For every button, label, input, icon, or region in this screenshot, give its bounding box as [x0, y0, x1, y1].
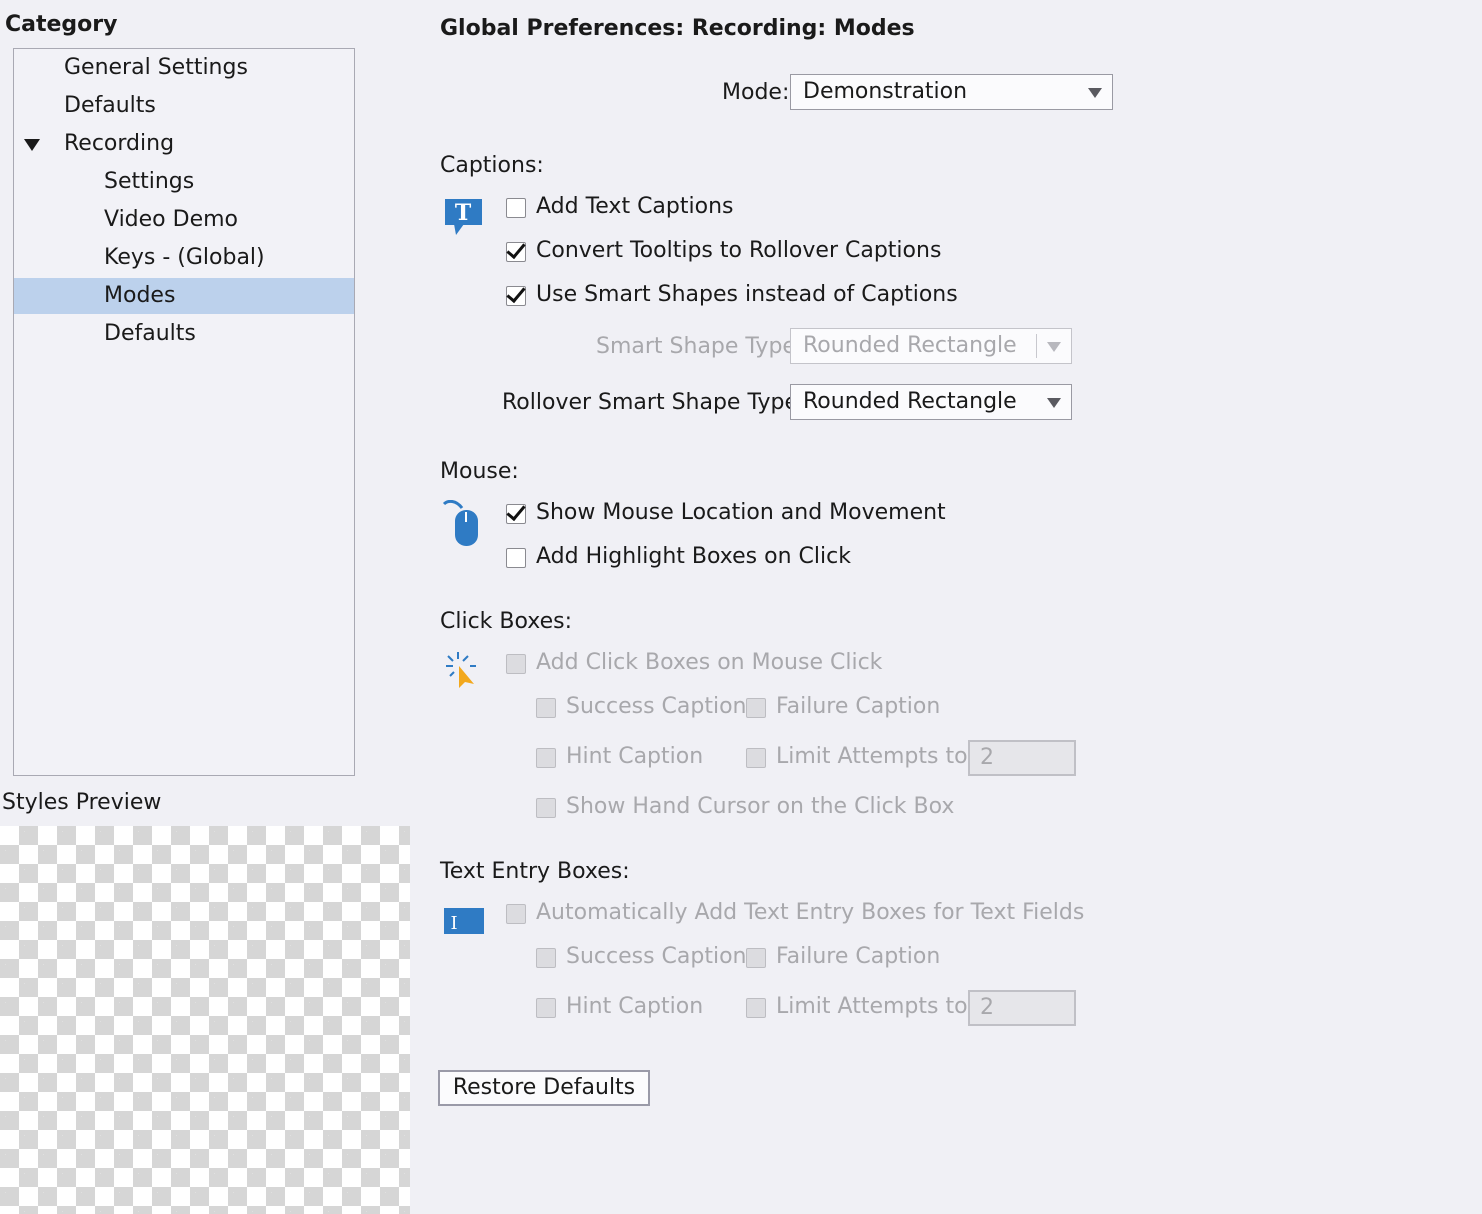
svg-text:I: I — [450, 913, 457, 934]
smart-shape-type-value: Rounded Rectangle — [803, 333, 1017, 358]
chevron-down-icon — [1047, 342, 1061, 352]
click-failure-caption-checkbox[interactable] — [746, 698, 766, 718]
rollover-smart-shape-type-label: Rollover Smart Shape Type — [502, 390, 798, 415]
convert-tooltips-checkbox[interactable] — [506, 242, 526, 262]
teb-hint-caption-label: Hint Caption — [566, 994, 704, 1019]
smart-shape-type-label: Smart Shape Type — [596, 334, 796, 359]
tree-item-label: Defaults — [104, 321, 196, 346]
tree-item-label: Video Demo — [104, 207, 238, 232]
highlight-boxes-checkbox[interactable] — [506, 548, 526, 568]
click-success-caption-label: Success Caption — [566, 694, 747, 719]
page-title: Global Preferences: Recording: Modes — [440, 16, 915, 41]
teb-success-caption-checkbox[interactable] — [536, 948, 556, 968]
teb-limit-attempts-input[interactable]: 2 — [968, 990, 1076, 1026]
auto-text-entry-checkbox[interactable] — [506, 904, 526, 924]
mouse-heading: Mouse: — [440, 459, 519, 484]
styles-preview-heading: Styles Preview — [2, 790, 162, 815]
click-failure-caption-label: Failure Caption — [776, 694, 941, 719]
select-divider — [1036, 334, 1037, 358]
use-smart-shapes-label: Use Smart Shapes instead of Captions — [536, 282, 958, 307]
tree-item-label: General Settings — [64, 55, 248, 80]
teb-failure-caption-label: Failure Caption — [776, 944, 941, 969]
smart-shape-type-select[interactable]: Rounded Rectangle — [790, 328, 1072, 364]
tree-item-keys-global[interactable]: Keys - (Global) — [14, 240, 354, 276]
svg-text:T: T — [455, 200, 472, 226]
styles-preview-canvas — [0, 826, 410, 1214]
add-click-boxes-label: Add Click Boxes on Mouse Click — [536, 650, 883, 675]
tree-item-label: Settings — [104, 169, 195, 194]
click-limit-attempts-label: Limit Attempts to — [776, 744, 968, 769]
tree-item-label: Modes — [104, 283, 176, 308]
tree-item-video-demo[interactable]: Video Demo — [14, 202, 354, 238]
tree-item-general-settings[interactable]: General Settings — [14, 50, 354, 86]
add-click-boxes-checkbox[interactable] — [506, 654, 526, 674]
click-limit-attempts-checkbox[interactable] — [746, 748, 766, 768]
teb-failure-caption-checkbox[interactable] — [746, 948, 766, 968]
click-limit-attempts-input[interactable]: 2 — [968, 740, 1076, 776]
text-entry-icon: I — [444, 908, 484, 934]
text-entry-boxes-heading: Text Entry Boxes: — [440, 859, 630, 884]
click-hint-caption-label: Hint Caption — [566, 744, 704, 769]
mouse-icon — [442, 500, 478, 546]
category-tree[interactable]: General Settings Defaults Recording Sett… — [13, 48, 355, 776]
convert-tooltips-label: Convert Tooltips to Rollover Captions — [536, 238, 942, 263]
tree-item-settings[interactable]: Settings — [14, 164, 354, 200]
hand-cursor-label: Show Hand Cursor on the Click Box — [566, 794, 955, 819]
captions-heading: Captions: — [440, 153, 544, 178]
text-caption-icon: T — [445, 199, 482, 235]
highlight-boxes-label: Add Highlight Boxes on Click — [536, 544, 851, 569]
chevron-down-icon — [1088, 88, 1102, 98]
teb-success-caption-label: Success Caption — [566, 944, 747, 969]
tree-item-modes[interactable]: Modes — [14, 278, 354, 314]
click-success-caption-checkbox[interactable] — [536, 698, 556, 718]
use-smart-shapes-checkbox[interactable] — [506, 286, 526, 306]
tree-item-label: Defaults — [64, 93, 156, 118]
show-mouse-label: Show Mouse Location and Movement — [536, 500, 946, 525]
show-mouse-checkbox[interactable] — [506, 504, 526, 524]
teb-limit-attempts-label: Limit Attempts to — [776, 994, 968, 1019]
tree-item-recording-defaults[interactable]: Defaults — [14, 316, 354, 352]
disclosure-triangle-icon[interactable] — [24, 139, 40, 151]
restore-defaults-button[interactable]: Restore Defaults — [438, 1070, 650, 1106]
click-hint-caption-checkbox[interactable] — [536, 748, 556, 768]
click-boxes-heading: Click Boxes: — [440, 609, 573, 634]
rollover-smart-shape-type-select[interactable]: Rounded Rectangle — [790, 384, 1072, 420]
auto-text-entry-label: Automatically Add Text Entry Boxes for T… — [536, 900, 1085, 925]
tree-item-recording[interactable]: Recording — [14, 126, 354, 162]
category-heading: Category — [5, 12, 118, 37]
mode-select[interactable]: Demonstration — [790, 74, 1113, 110]
click-box-icon — [446, 652, 476, 688]
add-text-captions-label: Add Text Captions — [536, 194, 734, 219]
mode-label: Mode: — [722, 80, 790, 105]
hand-cursor-checkbox[interactable] — [536, 798, 556, 818]
teb-limit-attempts-checkbox[interactable] — [746, 998, 766, 1018]
chevron-down-icon — [1047, 398, 1061, 408]
tree-item-defaults[interactable]: Defaults — [14, 88, 354, 124]
add-text-captions-checkbox[interactable] — [506, 198, 526, 218]
teb-hint-caption-checkbox[interactable] — [536, 998, 556, 1018]
tree-item-label: Keys - (Global) — [104, 245, 265, 270]
tree-item-label: Recording — [64, 131, 175, 156]
mode-select-value: Demonstration — [803, 79, 968, 104]
rollover-smart-shape-type-value: Rounded Rectangle — [803, 389, 1017, 414]
